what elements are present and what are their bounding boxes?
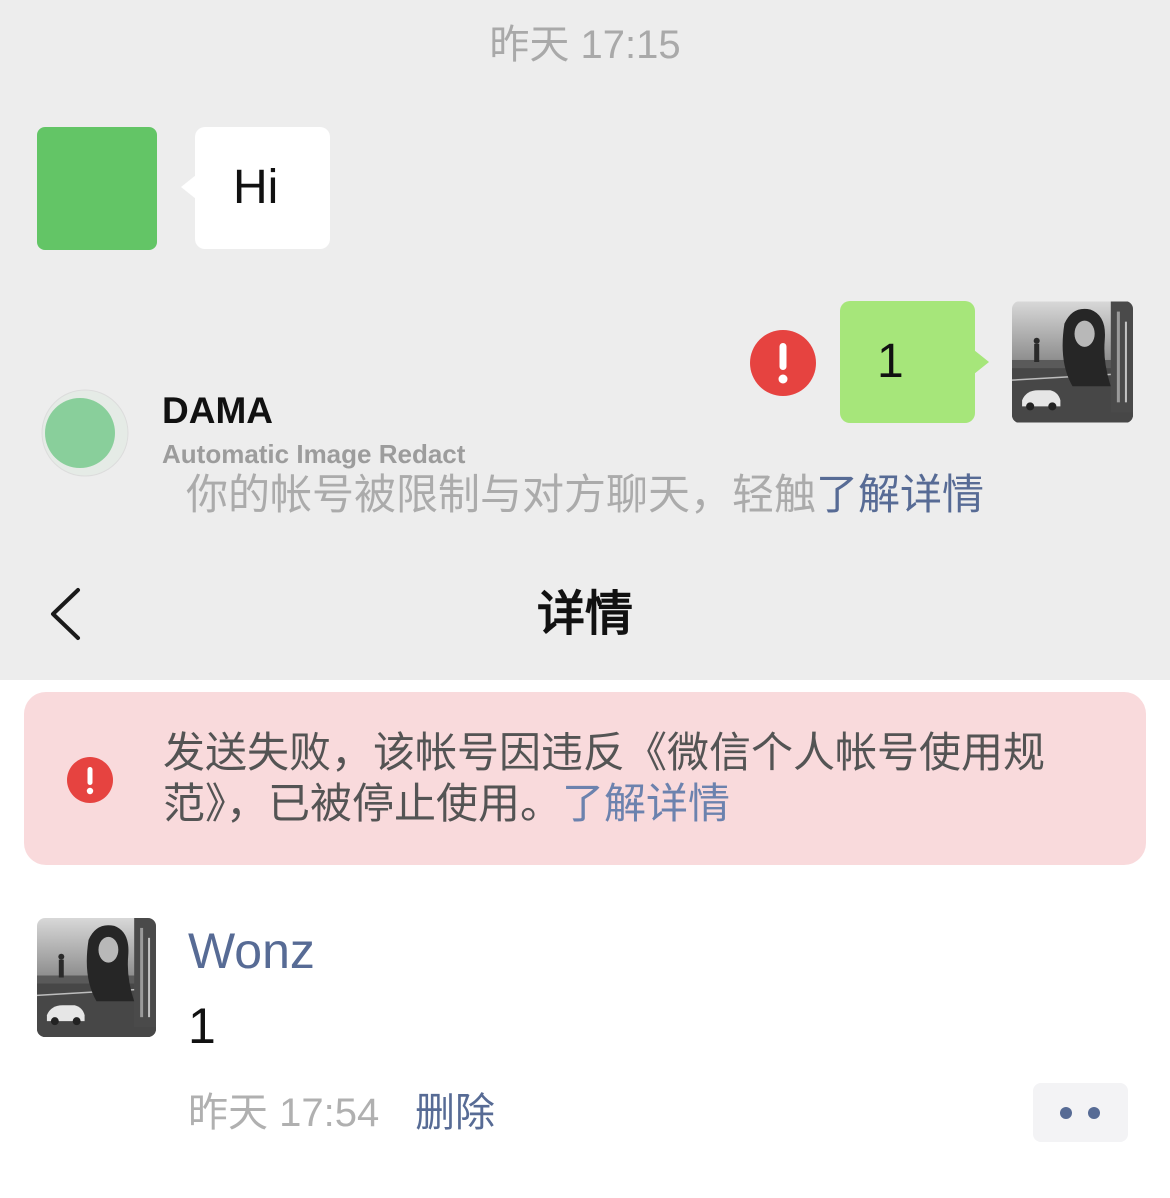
sender-name[interactable]: Wonz bbox=[188, 921, 315, 981]
more-icon[interactable] bbox=[1033, 1083, 1128, 1142]
detail-content: 发送失败，该帐号因违反《微信个人帐号使用规范》，已被停止使用。了解详情 Wonz… bbox=[0, 680, 1170, 1198]
delete-button[interactable]: 删除 bbox=[415, 1089, 495, 1137]
chat-timestamp: 昨天 17:15 bbox=[489, 23, 681, 67]
error-icon[interactable] bbox=[750, 330, 816, 396]
watermark-brand: DAMA bbox=[162, 390, 273, 431]
incoming-message-bubble[interactable]: Hi bbox=[181, 127, 330, 249]
alert-learn-more-link[interactable]: 了解详情 bbox=[562, 780, 730, 827]
message-time: 昨天 17:54 bbox=[188, 1091, 380, 1135]
page-title: 详情 bbox=[536, 588, 633, 641]
watermark-tagline: Automatic Image Redact bbox=[162, 439, 466, 469]
restriction-learn-more-link[interactable]: 了解详情 bbox=[816, 471, 984, 518]
message-content: 1 bbox=[188, 998, 216, 1054]
chat-history: 昨天 17:15 Hi 1 DAMA Automatic Image Redac… bbox=[0, 0, 1170, 548]
sender-avatar[interactable] bbox=[37, 918, 156, 1037]
outgoing-message-bubble[interactable]: 1 bbox=[840, 301, 989, 423]
restriction-notice-text: 你的帐号被限制与对方聊天，轻触 bbox=[185, 471, 816, 518]
restriction-notice: 你的帐号被限制与对方聊天，轻触了解详情 bbox=[0, 470, 1170, 520]
error-icon bbox=[67, 757, 113, 803]
alert-message: 发送失败，该帐号因违反《微信个人帐号使用规范》，已被停止使用。了解详情 bbox=[163, 727, 1068, 829]
outgoing-message-text: 1 bbox=[877, 335, 904, 388]
incoming-message-text: Hi bbox=[233, 161, 279, 214]
send-failed-alert: 发送失败，该帐号因违反《微信个人帐号使用规范》，已被停止使用。了解详情 bbox=[24, 692, 1146, 865]
navigation-bar: 详情 bbox=[0, 548, 1170, 680]
contact-avatar[interactable] bbox=[37, 127, 157, 250]
my-avatar[interactable] bbox=[1012, 301, 1133, 423]
watermark-logo bbox=[36, 388, 130, 478]
